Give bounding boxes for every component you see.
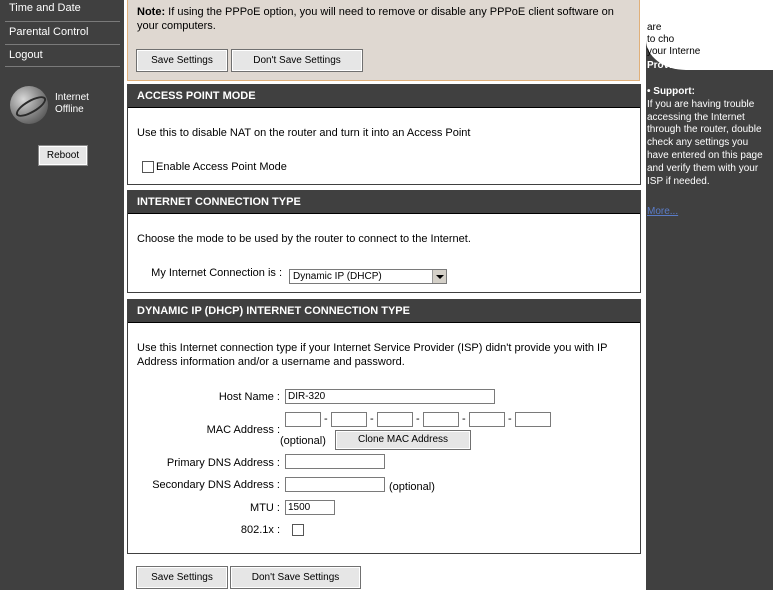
mac-separator: -	[462, 413, 466, 425]
reboot-button[interactable]: Reboot	[38, 145, 88, 166]
dot1x-label: 802.1x :	[240, 524, 280, 536]
secondary-dns-input[interactable]	[285, 477, 385, 492]
pppoe-note-box: Note: If using the PPPoE option, you wil…	[127, 0, 640, 81]
help-support: • Support: If you are having trouble acc…	[647, 86, 771, 188]
internet-status-text: Internet Offline	[55, 92, 89, 116]
secondary-dns-optional-label: (optional)	[389, 481, 435, 493]
help-cloud-line-4: Provider (ISP).	[647, 60, 716, 71]
mac-address-octet-6[interactable]	[515, 412, 551, 427]
mac-separator: -	[416, 413, 420, 425]
primary-dns-label: Primary DNS Address :	[166, 457, 280, 469]
note-body: If using the PPPoE option, you will need…	[137, 6, 614, 32]
note-prefix: Note:	[137, 6, 166, 18]
mac-optional-label: (optional)	[280, 435, 326, 447]
connection-type-description: Choose the mode to be used by the router…	[137, 233, 471, 245]
left-sidebar: Time and Date Parental Control Logout In…	[0, 0, 121, 590]
internet-connection-type-header: INTERNET CONNECTION TYPE	[128, 191, 640, 214]
mac-address-label: MAC Address :	[206, 424, 280, 436]
status-line-internet: Internet	[55, 92, 89, 103]
mac-separator: -	[370, 413, 374, 425]
mtu-label: MTU :	[250, 502, 280, 514]
access-point-description: Use this to disable NAT on the router an…	[137, 127, 471, 139]
connection-type-selected: Dynamic IP (DHCP)	[293, 271, 382, 282]
mac-separator: -	[508, 413, 512, 425]
mac-separator: -	[324, 413, 328, 425]
dot1x-checkbox[interactable]	[292, 524, 304, 536]
status-line-offline: Offline	[55, 104, 84, 115]
access-point-mode-header: ACCESS POINT MODE	[128, 85, 640, 108]
help-cloud-line-3: your Interne	[647, 46, 701, 57]
save-settings-button-bottom[interactable]: Save Settings	[136, 566, 228, 589]
host-name-input[interactable]	[285, 389, 495, 404]
enable-access-point-checkbox[interactable]	[142, 161, 154, 173]
internet-status: Internet Offline	[10, 86, 120, 130]
mac-address-octet-5[interactable]	[469, 412, 505, 427]
sidebar-item-time-and-date[interactable]: Time and Date	[5, 0, 120, 22]
internet-globe-icon	[10, 86, 49, 124]
dont-save-settings-button-top[interactable]: Don't Save Settings	[231, 49, 363, 72]
sidebar-item-parental-control[interactable]: Parental Control	[5, 22, 120, 45]
primary-dns-input[interactable]	[285, 454, 385, 469]
connection-type-label: My Internet Connection is :	[151, 267, 282, 279]
main-content: Note: If using the PPPoE option, you wil…	[124, 0, 646, 590]
help-cloud-line-2: to cho	[647, 34, 675, 45]
mac-address-octet-3[interactable]	[377, 412, 413, 427]
more-link[interactable]: More...	[647, 206, 678, 217]
dhcp-description: Use this Internet connection type if you…	[137, 342, 608, 368]
dont-save-settings-button-bottom[interactable]: Don't Save Settings	[230, 566, 361, 589]
support-heading: • Support:	[647, 86, 695, 97]
clone-mac-address-button[interactable]: Clone MAC Address	[335, 430, 471, 450]
chevron-down-icon[interactable]	[432, 270, 446, 283]
host-name-label: Host Name :	[218, 391, 280, 403]
dhcp-connection-section: DYNAMIC IP (DHCP) INTERNET CONNECTION TY…	[127, 299, 641, 554]
pppoe-note-text: Note: If using the PPPoE option, you wil…	[137, 5, 627, 33]
mtu-input[interactable]	[285, 500, 335, 515]
mac-address-octet-4[interactable]	[423, 412, 459, 427]
dhcp-connection-header: DYNAMIC IP (DHCP) INTERNET CONNECTION TY…	[128, 300, 640, 323]
secondary-dns-label: Secondary DNS Address :	[152, 479, 280, 491]
mac-address-octet-2[interactable]	[331, 412, 367, 427]
sidebar-item-logout[interactable]: Logout	[5, 45, 120, 67]
help-panel: are to cho your Interne Provider (ISP). …	[646, 0, 773, 590]
enable-access-point-label: Enable Access Point Mode	[156, 161, 287, 173]
connection-type-select[interactable]: Dynamic IP (DHCP)	[289, 269, 447, 284]
support-title: Support:	[653, 86, 695, 97]
save-settings-button-top[interactable]: Save Settings	[136, 49, 228, 72]
support-text: If you are having trouble accessing the …	[647, 98, 763, 187]
access-point-mode-section: ACCESS POINT MODE Use this to disable NA…	[127, 84, 641, 185]
help-cloud-line-1: are	[647, 22, 662, 33]
internet-connection-type-section: INTERNET CONNECTION TYPE Choose the mode…	[127, 190, 641, 293]
mac-address-octet-1[interactable]	[285, 412, 321, 427]
